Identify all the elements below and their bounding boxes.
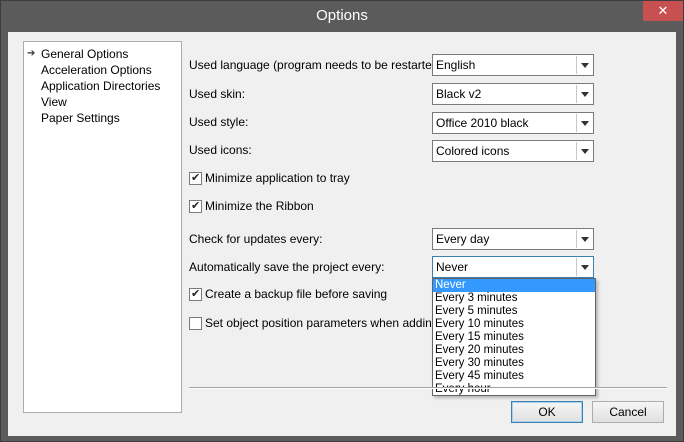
dropdown-option[interactable]: Every 3 minutes [433, 292, 595, 305]
chevron-down-icon[interactable] [576, 56, 592, 74]
language-label: Used language (program needs to be resta… [189, 58, 446, 72]
cancel-button[interactable]: Cancel [592, 401, 664, 423]
skin-label: Used skin: [189, 87, 246, 101]
skin-value: Black v2 [436, 87, 482, 101]
updates-select[interactable]: Every day [432, 228, 594, 250]
ok-button[interactable]: OK [511, 401, 583, 423]
dropdown-option[interactable]: Every 30 minutes [433, 357, 595, 370]
skin-select[interactable]: Black v2 [432, 83, 594, 105]
dropdown-option[interactable]: Every 15 minutes [433, 331, 595, 344]
style-select[interactable]: Office 2010 black [432, 112, 594, 134]
nav-item-label: Application Directories [41, 79, 161, 93]
checkbox-checked-icon[interactable] [189, 287, 202, 301]
autosave-label: Automatically save the project every: [189, 260, 385, 274]
icons-value: Colored icons [436, 144, 510, 158]
style-value: Office 2010 black [436, 116, 529, 130]
close-button[interactable]: ✕ [643, 1, 683, 21]
language-select[interactable]: English [432, 54, 594, 76]
nav-item-label: General Options [41, 47, 129, 61]
chevron-down-icon[interactable] [576, 114, 592, 132]
checkbox-checked-icon[interactable] [189, 199, 202, 213]
close-icon: ✕ [657, 3, 669, 18]
nav-item-paper-settings[interactable]: Paper Settings [24, 110, 120, 126]
language-value: English [436, 58, 476, 72]
window-title: Options [316, 7, 368, 24]
dropdown-option[interactable]: Every 45 minutes [433, 370, 595, 383]
nav-item-label: Acceleration Options [41, 63, 152, 77]
chevron-down-icon[interactable] [576, 258, 592, 276]
backup-label: Create a backup file before saving [205, 287, 388, 301]
nav-item-acceleration-options[interactable]: Acceleration Options [24, 62, 152, 78]
dropdown-option[interactable]: Every 10 minutes [433, 318, 595, 331]
dropdown-option[interactable]: Never [433, 279, 595, 292]
object-position-label: Set object position parameters when addi… [205, 316, 458, 330]
style-label: Used style: [189, 115, 249, 129]
dropdown-option[interactable]: Every 5 minutes [433, 305, 595, 318]
dropdown-option[interactable]: Every 20 minutes [433, 344, 595, 357]
autosave-value: Never [436, 260, 469, 274]
divider [189, 387, 667, 389]
updates-label: Check for updates every: [189, 232, 323, 246]
chevron-down-icon[interactable] [576, 85, 592, 103]
nav-item-view[interactable]: View [24, 94, 67, 110]
options-window: Options ✕ ➔ General Options Acceleration… [0, 0, 684, 442]
icons-label: Used icons: [189, 143, 252, 157]
nav-item-general-options[interactable]: ➔ General Options [24, 46, 128, 62]
options-nav-tree: ➔ General Options Acceleration Options A… [23, 41, 182, 413]
checkbox-checked-icon[interactable] [189, 171, 202, 185]
nav-item-application-directories[interactable]: Application Directories [24, 78, 160, 94]
chevron-down-icon[interactable] [576, 230, 592, 248]
dropdown-option[interactable]: Every hour [433, 383, 595, 396]
title-bar[interactable]: Options ✕ [1, 1, 683, 32]
minimize-tray-label: Minimize application to tray [205, 171, 350, 185]
checkbox-unchecked-icon[interactable] [189, 317, 202, 330]
minimize-ribbon-label: Minimize the Ribbon [205, 199, 314, 213]
autosave-select[interactable]: Never [432, 256, 594, 278]
dialog-body: ➔ General Options Acceleration Options A… [8, 32, 676, 436]
nav-item-label: View [41, 95, 67, 109]
updates-value: Every day [436, 232, 490, 246]
icons-select[interactable]: Colored icons [432, 140, 594, 162]
autosave-dropdown-list: Never Every 3 minutes Every 5 minutes Ev… [432, 278, 596, 396]
chevron-down-icon[interactable] [576, 142, 592, 160]
arrow-right-icon: ➔ [27, 48, 36, 59]
nav-item-label: Paper Settings [41, 111, 120, 125]
